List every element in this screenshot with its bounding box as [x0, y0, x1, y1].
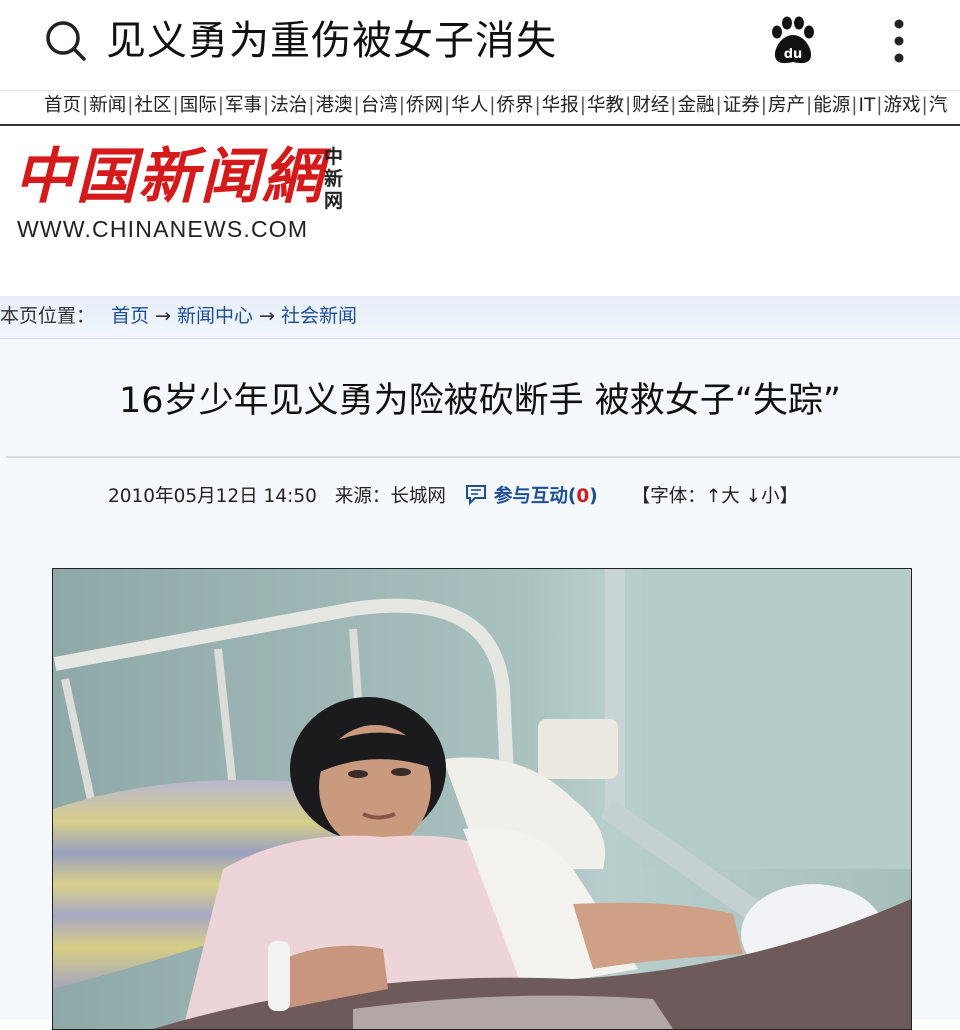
- nav-item-hkmacao[interactable]: 港澳: [316, 95, 353, 116]
- font-size-control[interactable]: 【字体：↑大 ↓小】: [632, 486, 798, 507]
- logo-chinese: 中国新闻網: [14, 142, 324, 212]
- engage-count: 0: [576, 486, 590, 507]
- nav-item-qiaojie[interactable]: 侨界: [497, 95, 534, 116]
- nav-item-home[interactable]: 首页: [44, 95, 81, 116]
- logo-vertical-text: 中新网: [324, 146, 344, 212]
- article: 16岁少年见义勇为险被砍断手 被救女子“失踪” 2010年05月12日 14:5…: [0, 339, 960, 1030]
- breadcrumb-news-center-link[interactable]: 新闻中心: [177, 305, 253, 327]
- logo-url: WWW.CHINANEWS.COM: [17, 216, 309, 242]
- nav-item-securities[interactable]: 证券: [723, 95, 760, 116]
- nav-item-qiaowang[interactable]: 侨网: [406, 95, 443, 116]
- photo-illustration: [53, 569, 911, 1029]
- engage-label: 参与互动: [493, 486, 568, 507]
- divider: [6, 456, 960, 458]
- nav-item-huajiao[interactable]: 华教: [587, 95, 624, 116]
- nav-item-huabao[interactable]: 华报: [542, 95, 579, 116]
- nav-item-it[interactable]: IT: [859, 95, 876, 116]
- article-source: 来源：长城网: [334, 486, 446, 507]
- search-query[interactable]: 见义勇为重伤被女子消失: [106, 14, 557, 68]
- breadcrumb-home-link[interactable]: 首页: [111, 305, 149, 327]
- breadcrumb-arrow: →: [259, 305, 275, 327]
- divider: [0, 124, 960, 126]
- search-icon[interactable]: [44, 19, 88, 63]
- article-title: 16岁少年见义勇为险被砍断手 被救女子“失踪”: [119, 381, 841, 421]
- engage-link[interactable]: 参与互动(0): [464, 485, 598, 507]
- article-meta: 2010年05月12日 14:50 来源：长城网 参与互动(0) 【字体：↑大 ↓小】: [108, 482, 798, 512]
- nav-item-energy[interactable]: 能源: [813, 95, 850, 116]
- nav-item-realestate[interactable]: 房产: [768, 95, 805, 116]
- nav-item-chinese[interactable]: 华人: [451, 95, 488, 116]
- breadcrumb-social-news-link[interactable]: 社会新闻: [281, 305, 357, 327]
- nav-item-military[interactable]: 军事: [225, 95, 262, 116]
- nav-item-banking[interactable]: 金融: [678, 95, 715, 116]
- breadcrumb-arrow: →: [155, 305, 171, 327]
- baidu-paw-icon[interactable]: du: [766, 14, 820, 68]
- comment-icon: [465, 485, 486, 506]
- search-bar[interactable]: 见义勇为重伤被女子消失 du: [0, 0, 960, 88]
- nav-item-finance[interactable]: 财经: [632, 95, 669, 116]
- publish-datetime: 2010年05月12日 14:50: [108, 486, 317, 507]
- channel-nav: 首页|新闻|社区|国际|军事|法治|港澳|台湾|侨网|华人|侨界|华报|华教|财…: [44, 95, 948, 116]
- site-logo[interactable]: 中国新闻網 中新网 WWW.CHINANEWS.COM: [14, 140, 354, 250]
- article-photo: [52, 568, 912, 1030]
- breadcrumb-label: 本页位置：: [0, 305, 96, 327]
- divider: [0, 90, 960, 91]
- svg-text:du: du: [784, 47, 803, 62]
- nav-item-auto[interactable]: 汽: [929, 95, 948, 116]
- nav-item-community[interactable]: 社区: [135, 95, 172, 116]
- breadcrumb: 本页位置： 首页 → 新闻中心 → 社会新闻: [0, 296, 960, 339]
- nav-item-taiwan[interactable]: 台湾: [361, 95, 398, 116]
- nav-item-news[interactable]: 新闻: [89, 95, 126, 116]
- nav-item-international[interactable]: 国际: [180, 95, 217, 116]
- nav-item-games[interactable]: 游戏: [884, 95, 921, 116]
- nav-item-law[interactable]: 法治: [270, 95, 307, 116]
- more-options-icon[interactable]: [884, 14, 914, 68]
